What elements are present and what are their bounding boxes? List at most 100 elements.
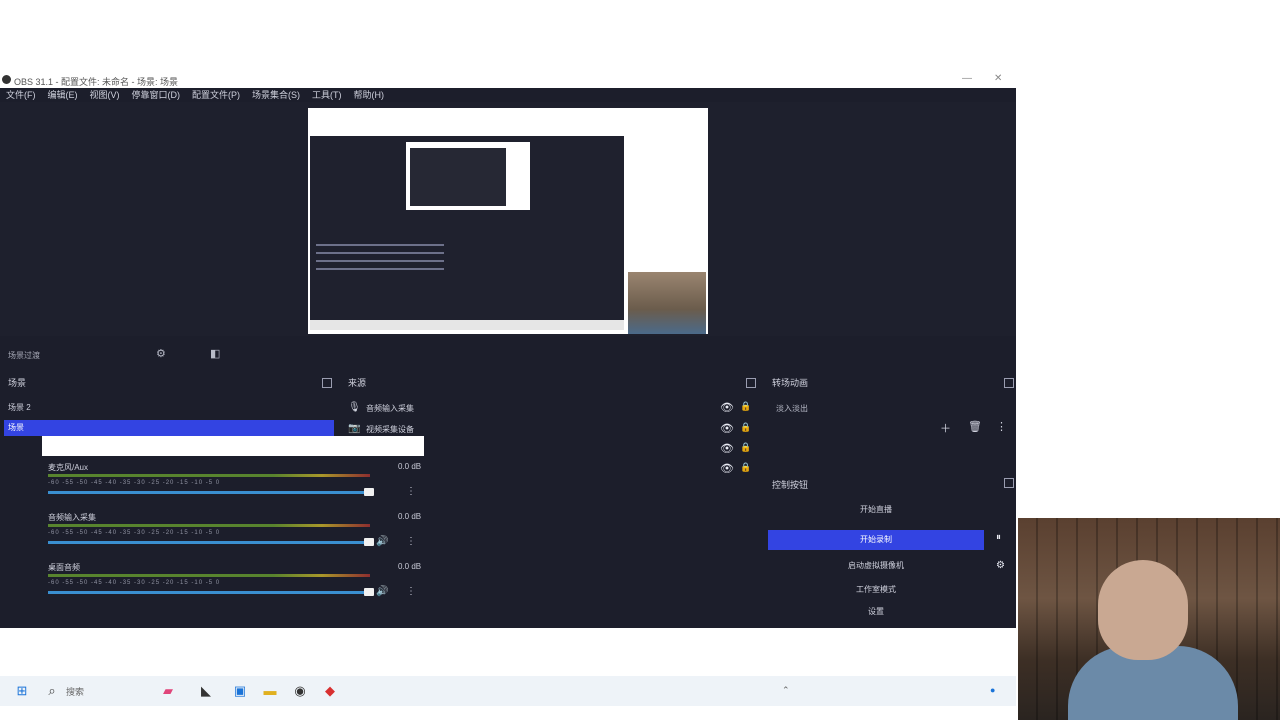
nested-preview	[406, 142, 530, 210]
context-popup[interactable]	[42, 436, 424, 456]
menu-profile[interactable]: 配置文件(P)	[192, 88, 240, 102]
source-label: 视频采集设备	[366, 425, 414, 434]
transitions-dock: 转场动画 淡入淡出 ＋ 🗑 ⋮	[768, 374, 1016, 444]
scene-item-selected[interactable]: 场景	[4, 420, 334, 436]
volume-slider-handle[interactable]	[364, 588, 374, 596]
pause-icon[interactable]: ⏸	[996, 532, 1001, 543]
windows-start-icon[interactable]: ⊞	[14, 683, 30, 699]
mixer-channel: 音频输入采集 0.0 dB -60 -55 -50 -45 -40 -35 -3…	[46, 512, 422, 558]
menu-tools[interactable]: 工具(T)	[312, 88, 342, 102]
webcam-overlay	[1018, 518, 1280, 720]
mixer-channel: 桌面音频 0.0 dB -60 -55 -50 -45 -40 -35 -30 …	[46, 562, 422, 608]
search-icon[interactable]: ⌕	[44, 683, 60, 699]
window-titlebar: OBS 31.1 - 配置文件: 未命名 - 场景: 场景 — ✕	[0, 72, 1016, 88]
menu-help[interactable]: 帮助(H)	[354, 88, 385, 102]
close-button[interactable]: ✕	[994, 73, 1002, 84]
menu-bar: 文件(F) 编辑(E) 视图(V) 停靠窗口(D) 配置文件(P) 场景集合(S…	[0, 88, 1016, 102]
channel-db: 0.0 dB	[398, 462, 422, 471]
more-icon[interactable]: ⋮	[406, 536, 416, 547]
volume-slider[interactable]	[48, 491, 370, 494]
camera-icon: 📷	[348, 423, 361, 434]
add-icon[interactable]: ＋	[940, 420, 951, 436]
dock-undock-icon[interactable]	[746, 378, 756, 388]
volume-slider-handle[interactable]	[364, 538, 374, 546]
taskbar-search[interactable]: 搜索	[66, 685, 84, 698]
lock-icon[interactable]: 🔒	[740, 401, 751, 412]
menu-edit[interactable]: 编辑(E)	[48, 88, 78, 102]
scene-item[interactable]: 场景 2	[4, 400, 334, 416]
volume-meter	[48, 574, 370, 577]
lock-icon[interactable]: 🔒	[740, 462, 751, 473]
start-record-button[interactable]: 开始录制	[768, 530, 984, 550]
eye-icon[interactable]: 👁	[720, 401, 734, 414]
lock-icon[interactable]: 🔒	[740, 422, 751, 433]
preview-area[interactable]	[0, 102, 1016, 336]
settings-button[interactable]: 设置	[768, 602, 984, 622]
eye-icon[interactable]: 👁	[720, 422, 734, 435]
obs-logo-icon	[2, 75, 11, 84]
nested-taskbar	[310, 320, 624, 330]
preview-toolbar: 场景过渡 ⚙ ◧	[0, 344, 1016, 366]
meter-ticks: -60 -55 -50 -45 -40 -35 -30 -25 -20 -15 …	[48, 530, 221, 536]
sources-title: 来源	[348, 378, 367, 388]
folder-icon[interactable]: ▬	[262, 683, 278, 699]
more-icon[interactable]: ⋮	[996, 420, 1007, 433]
microphone-icon: 🎙	[348, 402, 361, 413]
dock-undock-icon[interactable]	[322, 378, 332, 388]
virtual-camera-button[interactable]: 启动虚拟摄像机	[768, 556, 984, 576]
channel-name: 桌面音频	[48, 563, 80, 572]
source-label: 音频输入采集	[366, 404, 414, 413]
menu-file[interactable]: 文件(F)	[6, 88, 36, 102]
menu-docks[interactable]: 停靠窗口(D)	[132, 88, 181, 102]
speaker-icon[interactable]: 🔊	[376, 536, 388, 547]
app-icon[interactable]: ◆	[322, 683, 338, 699]
app-icon[interactable]: ▰	[160, 683, 176, 699]
channel-db: 0.0 dB	[398, 512, 422, 521]
speaker-icon[interactable]: 🔊	[376, 586, 388, 597]
menu-view[interactable]: 视图(V)	[90, 88, 120, 102]
volume-meter	[48, 524, 370, 527]
preview-canvas[interactable]	[308, 108, 708, 334]
lock-icon[interactable]: 🔒	[740, 442, 751, 453]
audio-mixer: 麦克风/Aux 0.0 dB -60 -55 -50 -45 -40 -35 -…	[40, 462, 430, 612]
more-icon[interactable]: ⋮	[406, 586, 416, 597]
transition-select[interactable]: 淡入淡出	[772, 402, 1006, 416]
preview-webcam	[628, 272, 706, 334]
minimize-button[interactable]: —	[962, 73, 972, 84]
dock-undock-icon[interactable]	[1004, 478, 1014, 488]
obs-window: 文件(F) 编辑(E) 视图(V) 停靠窗口(D) 配置文件(P) 场景集合(S…	[0, 88, 1016, 628]
gear-icon[interactable]: ⚙	[996, 560, 1005, 571]
meter-ticks: -60 -55 -50 -45 -40 -35 -30 -25 -20 -15 …	[48, 580, 221, 586]
controls-dock: 控制按钮 开始直播 开始录制 ⏸ 启动虚拟摄像机 ⚙ 工作室模式 设置	[768, 474, 1016, 630]
studio-mode-button[interactable]: 工作室模式	[768, 580, 984, 600]
app-icon[interactable]: ◣	[198, 683, 214, 699]
filter-icon[interactable]: ◧	[210, 348, 222, 360]
meter-ticks: -60 -55 -50 -45 -40 -35 -30 -25 -20 -15 …	[48, 480, 221, 486]
volume-slider[interactable]	[48, 541, 370, 544]
app-icon[interactable]: ▣	[232, 683, 248, 699]
eye-icon[interactable]: 👁	[720, 462, 734, 475]
more-icon[interactable]: ⋮	[406, 486, 416, 497]
trash-icon[interactable]: 🗑	[968, 420, 982, 433]
notification-icon[interactable]: ●	[990, 685, 995, 695]
gear-icon[interactable]: ⚙	[156, 348, 168, 360]
channel-name: 音频输入采集	[48, 513, 96, 522]
controls-title: 控制按钮	[772, 480, 809, 490]
eye-icon[interactable]: 👁	[720, 442, 734, 455]
channel-db: 0.0 dB	[398, 562, 422, 571]
menu-scene-collection[interactable]: 场景集合(S)	[252, 88, 300, 102]
source-item[interactable]: 🎙 音频输入采集 👁 🔒	[346, 399, 756, 417]
toolbar-label: 场景过渡	[8, 351, 40, 360]
mixer-channel: 麦克风/Aux 0.0 dB -60 -55 -50 -45 -40 -35 -…	[46, 462, 422, 508]
start-stream-button[interactable]: 开始直播	[768, 500, 984, 520]
nested-panel	[316, 238, 444, 298]
sources-dock: 来源 🎙 音频输入采集 👁 🔒 📷 视频采集设备 👁 🔒 👁 🔒 👁 🔒	[344, 374, 764, 475]
obs-icon[interactable]: ◉	[292, 683, 308, 699]
dock-undock-icon[interactable]	[1004, 378, 1014, 388]
tray-chevron-icon[interactable]: ⌃	[782, 685, 790, 696]
window-title: OBS 31.1 - 配置文件: 未命名 - 场景: 场景	[14, 77, 179, 87]
taskbar: ⊞ ⌕ 搜索 ▰ ◣ ▣ ▬ ◉ ◆ ⌃ ●	[0, 676, 1016, 706]
volume-slider[interactable]	[48, 591, 370, 594]
volume-slider-handle[interactable]	[364, 488, 374, 496]
channel-name: 麦克风/Aux	[48, 463, 89, 472]
